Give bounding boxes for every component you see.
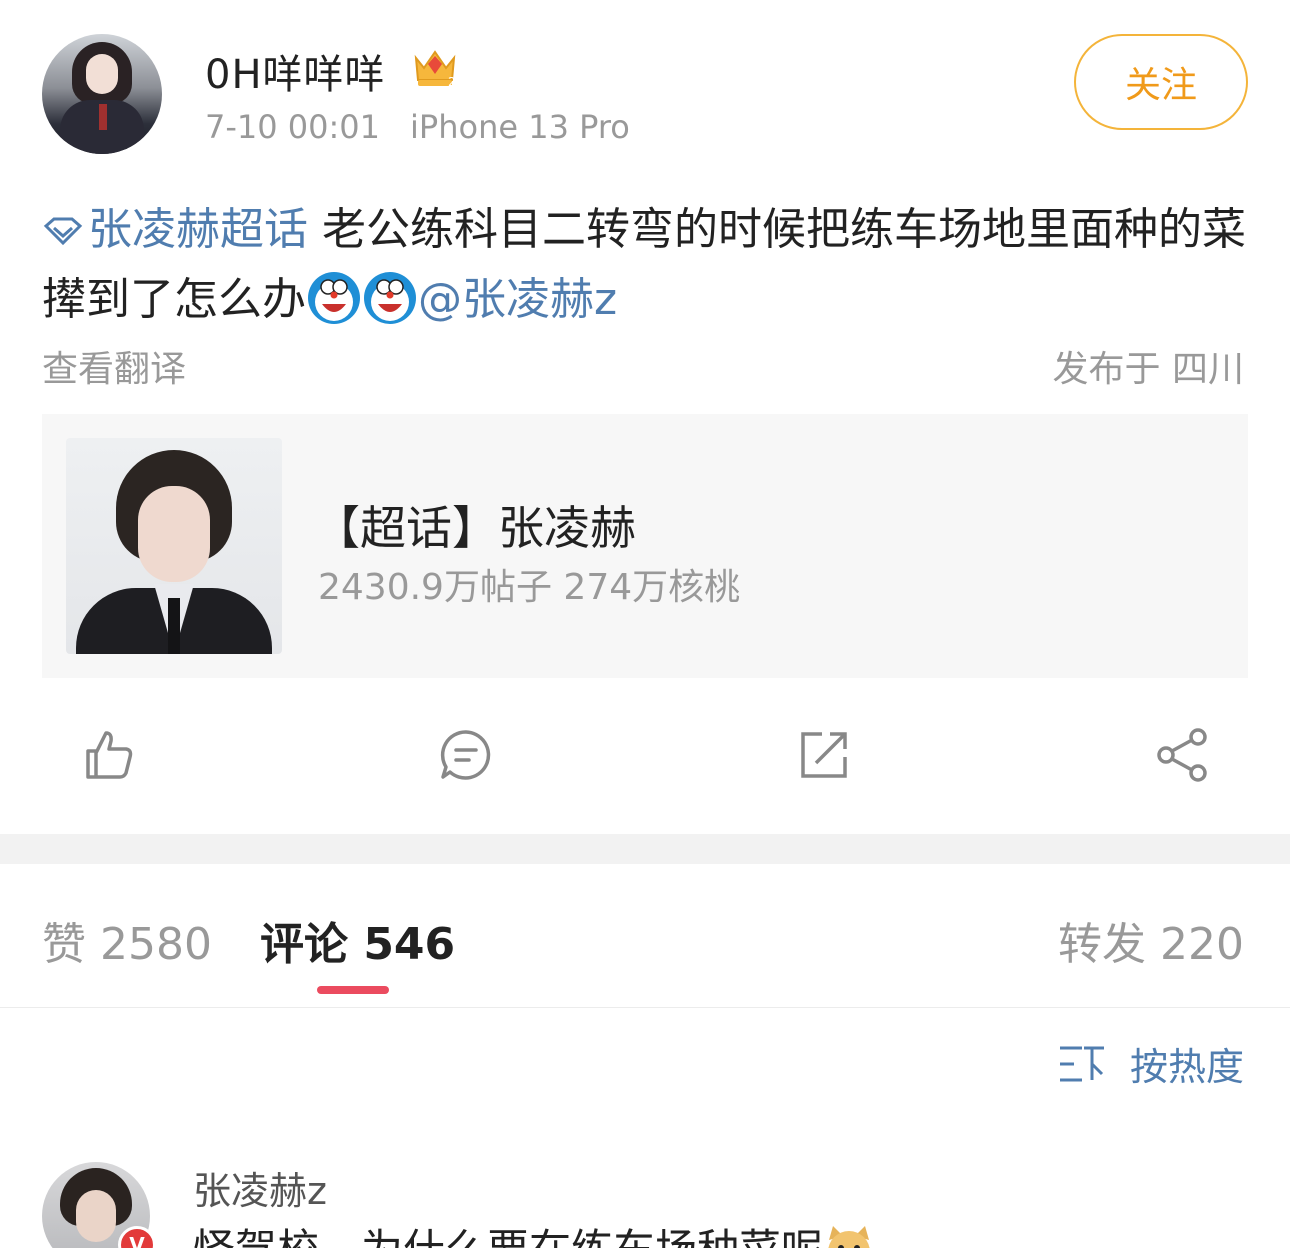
svg-text:2: 2	[448, 75, 456, 88]
post-time: 7-10 00:01	[205, 108, 381, 146]
repost-button[interactable]	[794, 720, 854, 790]
post-meta: 7-10 00:01 iPhone 13 Pro	[205, 108, 630, 146]
thumbs-up-icon	[86, 731, 133, 779]
follow-button[interactable]: 关注	[1074, 34, 1248, 130]
doraemon-emoji-icon	[308, 272, 360, 324]
topic-card-title: 【超话】张凌赫	[314, 501, 636, 555]
topic-thumbnail	[66, 438, 282, 654]
active-tab-indicator	[317, 986, 389, 994]
like-button[interactable]	[78, 720, 138, 790]
sort-button[interactable]: 按热度	[1058, 1036, 1244, 1091]
mention-link[interactable]: @张凌赫z	[418, 274, 617, 325]
doge-emoji-icon	[828, 1226, 870, 1248]
comment-text: 怪驾校，为什么要在练车场种菜呢	[193, 1216, 875, 1248]
comment-icon	[440, 730, 491, 780]
sort-label: 按热度	[1129, 1045, 1244, 1089]
post-device: iPhone 13 Pro	[410, 108, 630, 146]
tab-comments[interactable]: 评论 546	[260, 908, 455, 972]
crown-icon: 2	[414, 50, 456, 88]
share-button[interactable]	[1152, 720, 1212, 790]
action-bar	[0, 720, 1290, 800]
post-body: 张凌赫超话 老公练科目二转弯的时候把练车场地里面种的菜撵到了怎么办 @张凌赫z	[42, 195, 1252, 335]
diamond-icon	[43, 217, 83, 246]
topic-card-stats: 2430.9万帖子 274万核桃	[318, 567, 741, 608]
translate-link[interactable]: 查看翻译	[42, 340, 186, 392]
share-icon	[1157, 728, 1207, 782]
section-divider	[0, 834, 1290, 864]
topic-card[interactable]: 【超话】张凌赫 2430.9万帖子 274万核桃	[42, 414, 1248, 678]
post-username[interactable]: 0H咩咩咩	[205, 42, 386, 100]
topic-link-label: 张凌赫超话	[88, 204, 308, 255]
topic-link[interactable]: 张凌赫超话	[42, 204, 308, 255]
post-location: 发布于 四川	[1052, 349, 1244, 390]
sort-icon	[1059, 1046, 1104, 1081]
doraemon-emoji-icon	[364, 272, 416, 324]
interaction-tabs: 赞 2580 评论 546 转发 220	[0, 864, 1290, 1008]
comment-text-content: 怪驾校，为什么要在练车场种菜呢	[193, 1225, 823, 1248]
comment-button[interactable]	[436, 720, 496, 790]
tab-reposts[interactable]: 转发 220	[1058, 908, 1244, 972]
user-avatar[interactable]	[42, 34, 162, 154]
repost-icon	[801, 732, 847, 778]
tab-likes[interactable]: 赞 2580	[42, 908, 212, 972]
comment-username[interactable]: 张凌赫z	[193, 1160, 327, 1215]
